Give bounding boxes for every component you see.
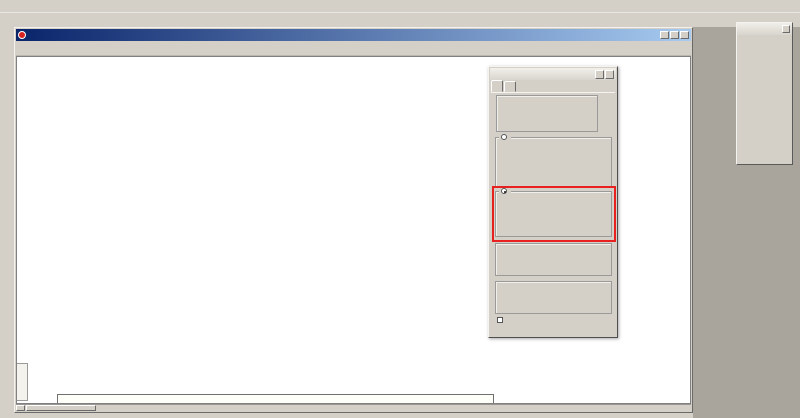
- dialog-close-button[interactable]: [605, 70, 614, 79]
- origin-group: [496, 95, 598, 132]
- horizontal-scrollbar[interactable]: [16, 404, 691, 411]
- save-defaults-checkbox[interactable]: [497, 317, 503, 323]
- elevation-tab[interactable]: [17, 363, 28, 401]
- data-entry-titlebar[interactable]: [737, 23, 792, 35]
- floor-plan-titlebar[interactable]: [16, 29, 691, 41]
- drawing-toolbar: [16, 41, 691, 56]
- tab-lines[interactable]: [491, 80, 503, 92]
- dialog-help-button[interactable]: [595, 70, 604, 79]
- status-bar: [57, 394, 494, 404]
- floor-plan-window-icon: [18, 31, 26, 39]
- left-toolbar: [0, 27, 14, 418]
- data-entry-panel: [736, 22, 793, 165]
- rectangular-grid-radio[interactable]: [501, 134, 507, 140]
- dialog-titlebar[interactable]: [490, 68, 616, 80]
- close-window-button[interactable]: [680, 31, 689, 39]
- main-toolbar: [0, 0, 800, 13]
- project-grid-lines-dialog: [488, 66, 618, 338]
- tab-arcs[interactable]: [504, 81, 516, 92]
- data-entry-close-icon[interactable]: [782, 25, 790, 33]
- maximize-button[interactable]: [670, 31, 679, 39]
- radial-highlight-box: [492, 186, 616, 242]
- scroll-left-icon[interactable]: [16, 405, 25, 411]
- view-toolbar: [0, 13, 800, 27]
- rectangular-grid-group: [495, 137, 612, 187]
- minimize-button[interactable]: [660, 31, 669, 39]
- z-labeling-group: [495, 243, 612, 276]
- scrollbar-thumb[interactable]: [26, 405, 96, 411]
- x-labeling-group: [495, 281, 612, 314]
